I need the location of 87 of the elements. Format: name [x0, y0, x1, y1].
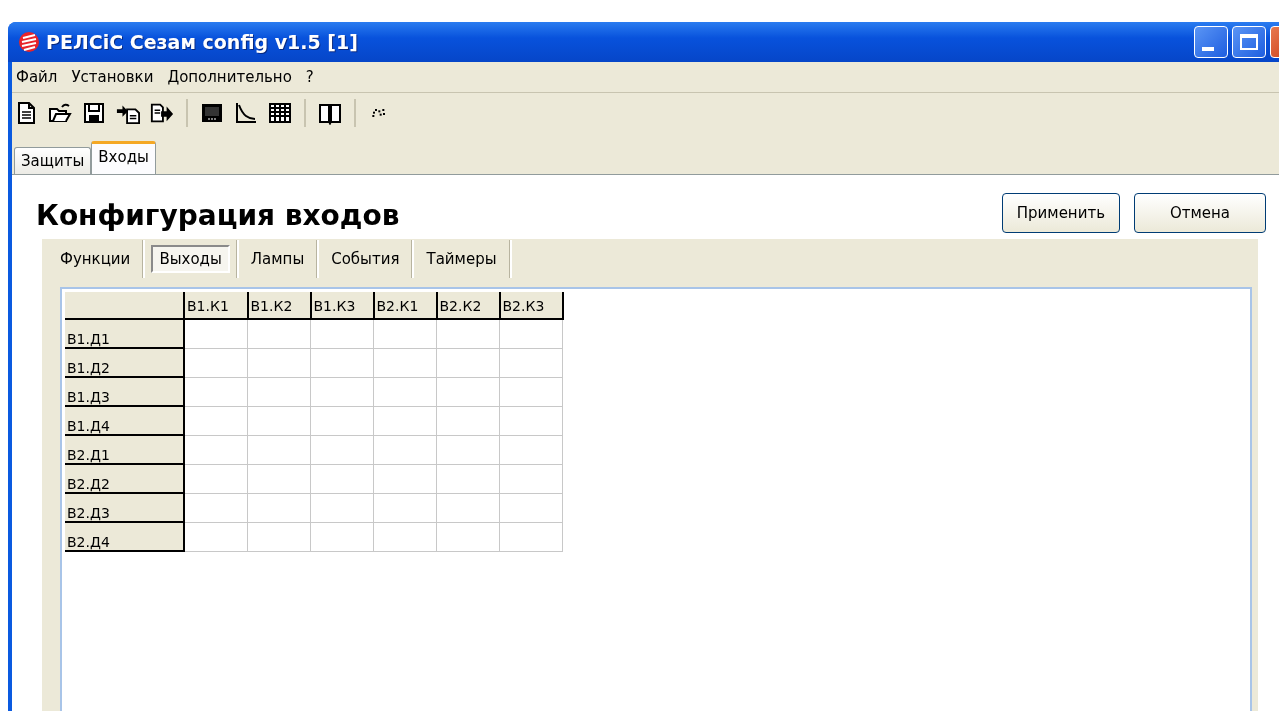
grid-icon[interactable] — [268, 101, 292, 125]
subtab[interactable]: События — [319, 246, 412, 272]
row-header[interactable]: В1.Д4 — [65, 406, 184, 435]
maximize-button[interactable] — [1232, 26, 1266, 58]
table-cell[interactable] — [499, 464, 563, 493]
document-arrow-icon[interactable] — [150, 101, 174, 125]
book-icon[interactable] — [318, 101, 342, 125]
row-header[interactable]: В1.Д1 — [65, 319, 184, 348]
column-header[interactable]: В1.К1 — [184, 292, 248, 319]
table-cell[interactable] — [499, 493, 563, 522]
row-header[interactable]: В1.Д3 — [65, 377, 184, 406]
table-cell[interactable] — [373, 522, 437, 551]
table-cell[interactable] — [184, 464, 248, 493]
table-cell[interactable] — [247, 522, 311, 551]
apply-button[interactable]: Применить — [1001, 193, 1120, 233]
table-cell[interactable] — [247, 377, 311, 406]
table-cell[interactable] — [436, 406, 500, 435]
table-cell[interactable] — [373, 319, 437, 348]
subtab[interactable]: Выходы — [151, 245, 230, 273]
page-heading: Конфигурация входов — [36, 199, 400, 232]
table-cell[interactable] — [247, 464, 311, 493]
table-cell[interactable] — [184, 406, 248, 435]
app-logo-icon — [18, 31, 40, 53]
table-cell[interactable] — [310, 522, 374, 551]
cancel-button[interactable]: Отмена — [1134, 193, 1266, 233]
table-cell[interactable] — [436, 348, 500, 377]
table-cell[interactable] — [310, 435, 374, 464]
table-cell[interactable] — [436, 319, 500, 348]
table-cell[interactable] — [499, 435, 563, 464]
column-header[interactable]: В1.К2 — [247, 292, 311, 319]
menu-item[interactable]: Файл — [16, 68, 58, 86]
table-cell[interactable] — [499, 319, 563, 348]
subtab[interactable]: Таймеры — [414, 246, 509, 272]
row-header[interactable]: В2.Д2 — [65, 464, 184, 493]
table-cell[interactable] — [499, 377, 563, 406]
table-cell[interactable] — [436, 493, 500, 522]
table-cell[interactable] — [436, 464, 500, 493]
table-cell[interactable] — [436, 522, 500, 551]
table-cell[interactable] — [184, 319, 248, 348]
monitor-icon[interactable] — [200, 101, 224, 125]
table-cell[interactable] — [310, 406, 374, 435]
table-cell[interactable] — [247, 493, 311, 522]
table-cell[interactable] — [247, 319, 311, 348]
table-cell[interactable] — [184, 522, 248, 551]
table-cell[interactable] — [310, 319, 374, 348]
table-cell[interactable] — [310, 493, 374, 522]
table-cell[interactable] — [373, 464, 437, 493]
table-cell[interactable] — [373, 493, 437, 522]
row-header[interactable]: В2.Д3 — [65, 493, 184, 522]
table-cell[interactable] — [499, 406, 563, 435]
table-cell[interactable] — [310, 377, 374, 406]
table-cell[interactable] — [184, 435, 248, 464]
tab[interactable]: Защиты — [14, 147, 92, 174]
menu-item[interactable]: Установки — [71, 68, 154, 86]
column-header[interactable]: В2.К1 — [373, 292, 437, 319]
row-header[interactable]: В2.Д1 — [65, 435, 184, 464]
column-header[interactable]: В1.К3 — [310, 292, 374, 319]
table-cell[interactable] — [310, 348, 374, 377]
row-header[interactable]: В1.Д2 — [65, 348, 184, 377]
table-cell[interactable] — [184, 348, 248, 377]
floppy-icon[interactable] — [82, 101, 106, 125]
table-cell[interactable] — [184, 493, 248, 522]
table-cell[interactable] — [247, 435, 311, 464]
folder-icon[interactable] — [48, 101, 72, 125]
menu-item[interactable]: Дополнительно — [167, 68, 292, 86]
table-cell[interactable] — [373, 406, 437, 435]
curve-chart-icon[interactable] — [234, 101, 258, 125]
table-cell[interactable] — [247, 348, 311, 377]
row-header[interactable]: В2.Д4 — [65, 522, 184, 551]
table-cell[interactable] — [373, 377, 437, 406]
table-cell[interactable] — [373, 435, 437, 464]
table-cell[interactable] — [499, 348, 563, 377]
table-cell[interactable] — [436, 435, 500, 464]
table-cell[interactable] — [310, 464, 374, 493]
window-title: РЕЛСiС Сезам config v1.5 [1] — [46, 31, 358, 53]
table-cell[interactable] — [373, 348, 437, 377]
tab[interactable]: Входы — [91, 141, 156, 174]
subtab[interactable]: Функции — [48, 246, 143, 272]
menu-item[interactable]: ? — [305, 68, 314, 86]
table-cell[interactable] — [436, 377, 500, 406]
minimize-button[interactable] — [1194, 26, 1228, 58]
table-cell[interactable] — [247, 406, 311, 435]
table-cell[interactable] — [184, 377, 248, 406]
table-cell[interactable] — [499, 522, 563, 551]
column-header[interactable]: В2.К2 — [436, 292, 500, 319]
column-header[interactable]: В2.К3 — [499, 292, 563, 319]
subtab[interactable]: Лампы — [238, 246, 317, 272]
